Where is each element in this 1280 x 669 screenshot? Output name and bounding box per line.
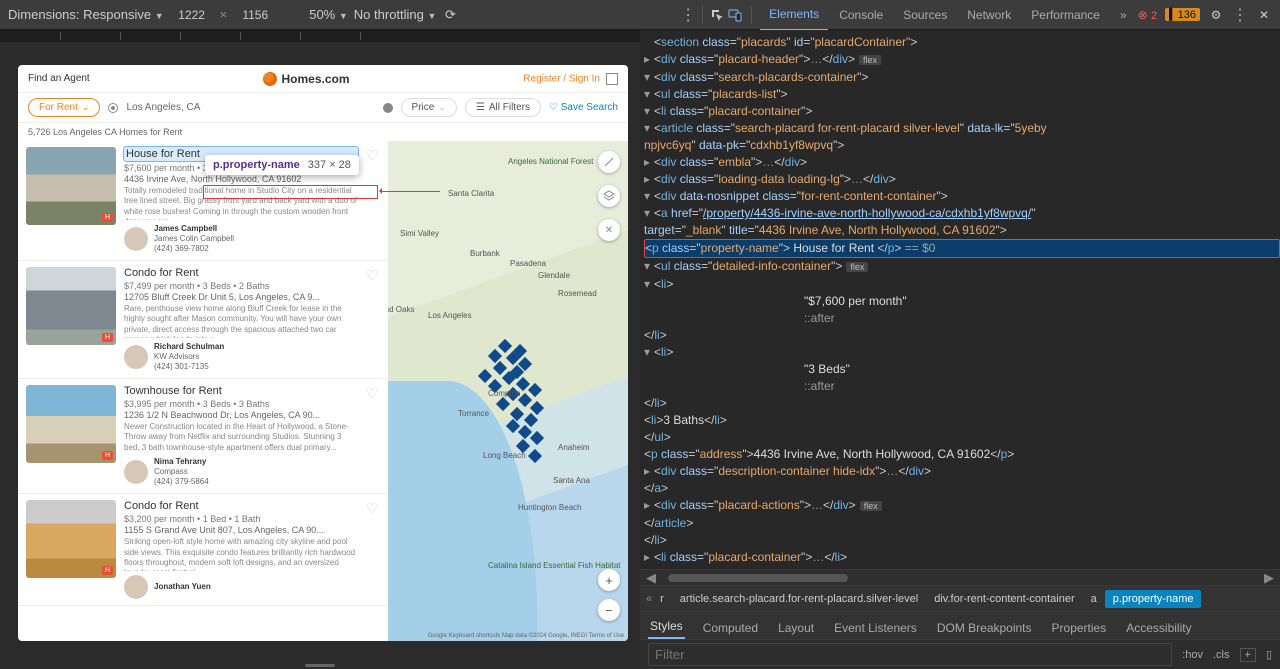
device-toolbar: Dimensions: Responsive ▼ 1222 × 1156 50%… [0,0,1280,30]
tab-elements[interactable]: Elements [760,0,828,31]
results-count: 5,726 Los Angeles CA Homes for Rent [18,123,628,141]
selected-dom-node[interactable]: ••• <p class="property-name"> House for … [644,239,1280,258]
dom-horizontal-scrollbar[interactable]: ◀▶ [640,569,1280,585]
throttling-dropdown[interactable]: No throttling ▼ [354,7,437,22]
property-name[interactable]: Townhouse for Rent [124,385,222,397]
homes-logo-icon [263,72,277,86]
agent-avatar[interactable] [124,345,148,369]
styles-filter-input[interactable] [648,643,1172,666]
zoom-dropdown[interactable]: 50% ▼ [309,7,348,22]
crumb[interactable]: article.search-placard.for-rent-placard.… [672,590,926,608]
listing-address[interactable]: 4436 Irvine Ave, North Hollywood, CA 916… [124,174,358,184]
map-attribution: Google Keyboard shortcuts Map data ©2024… [428,633,624,639]
crumb-active[interactable]: p.property-name [1105,590,1202,608]
draw-button[interactable] [598,151,620,173]
listing-card[interactable]: H Condo for Rent $3,200 per month • 1 Be… [18,494,388,606]
favorite-icon[interactable]: ♡ [366,500,380,514]
ruler [0,30,640,42]
tab-console[interactable]: Console [830,0,892,30]
inspector-arrow [380,191,440,192]
errors-badge[interactable]: ⊗ 2 [1138,8,1158,22]
find-agent-link[interactable]: Find an Agent [28,73,90,84]
favorite-icon[interactable]: ♡ [366,267,380,281]
viewport-width-input[interactable]: 1222 [170,8,214,22]
auth-links[interactable]: Register / Sign In [523,73,618,85]
tab-sources[interactable]: Sources [894,0,956,30]
zoom-in-button[interactable]: + [598,569,620,591]
styles-tabs: Styles Computed Layout Event Listeners D… [640,611,1280,639]
clear-location-icon[interactable] [383,103,393,113]
tab-properties[interactable]: Properties [1050,617,1109,639]
crumb[interactable]: a [1083,590,1105,608]
dom-breadcrumbs[interactable]: « r article.search-placard.for-rent-plac… [640,585,1280,611]
clear-button[interactable]: ✕ [598,219,620,241]
tab-computed[interactable]: Computed [701,617,760,639]
tab-performance[interactable]: Performance [1022,0,1109,30]
styles-menu-icon[interactable]: ▯ [1266,648,1272,661]
favorite-icon[interactable]: ♡ [366,385,380,399]
agent-avatar[interactable] [124,460,148,484]
crumb[interactable]: div.for-rent-content-container [926,590,1082,608]
dimensions-dropdown[interactable]: Dimensions: Responsive ▼ [8,7,164,22]
rendered-page[interactable]: Find an Agent Homes.com Register / Sign … [18,65,628,641]
new-style-rule[interactable]: + [1240,648,1256,662]
favorite-icon[interactable]: ♡ [366,147,380,161]
listing-card[interactable]: H Condo for Rent $7,499 per month • 3 Be… [18,261,388,379]
brand-logo[interactable]: Homes.com [263,72,349,86]
location-input[interactable]: Los Angeles, CA [126,102,374,113]
tab-dom-breakpoints[interactable]: DOM Breakpoints [935,617,1034,639]
tabs-overflow[interactable]: » [1111,0,1136,30]
warnings-badge[interactable]: ▍136 [1165,8,1200,21]
tab-accessibility[interactable]: Accessibility [1124,617,1193,639]
filter-bar: For Rent ⌄ Los Angeles, CA Price ⌄ ☰ All… [18,93,628,123]
listing-thumb[interactable]: H [26,500,116,578]
settings-icon[interactable]: ⚙ [1208,7,1224,23]
inspect-icon[interactable] [709,7,725,23]
devtools-pane: <section class="placards" id="placardCon… [640,30,1280,669]
listing-thumb[interactable]: H [26,385,116,463]
listing-thumb[interactable]: H [26,267,116,345]
zoom-out-button[interactable]: − [598,599,620,621]
drag-handle[interactable] [305,664,335,667]
tab-styles[interactable]: Styles [648,615,685,639]
locate-icon[interactable] [108,103,118,113]
property-name[interactable]: Condo for Rent [124,500,199,512]
hov-toggle[interactable]: :hov [1182,649,1203,661]
all-filters-chip[interactable]: ☰ All Filters [465,98,541,117]
device-toolbar-menu[interactable]: ⋮ [680,5,696,25]
save-search-link[interactable]: ♡ Save Search [549,102,618,113]
tab-layout[interactable]: Layout [776,617,816,639]
styles-filter-row: :hov .cls + ▯ [640,639,1280,669]
listings-column[interactable]: H House for Rent $7,600 per month • 3 Be… [18,141,388,641]
map-pane[interactable]: Angeles National Forest Santa Clarita Si… [388,141,628,641]
device-preview-pane: p.property-name 337 × 28 Find an Agent H… [0,30,640,669]
inspector-tooltip: p.property-name 337 × 28 [205,155,359,175]
agent-avatar[interactable] [124,227,148,251]
agent-avatar[interactable] [124,575,148,599]
dom-tree[interactable]: <section class="placards" id="placardCon… [640,30,1280,569]
close-devtools-icon[interactable]: ✕ [1256,7,1272,23]
inspector-highlight [203,185,378,199]
dimension-x: × [220,7,228,22]
for-rent-chip[interactable]: For Rent ⌄ [28,98,100,117]
qr-icon[interactable] [606,73,618,85]
page-header: Find an Agent Homes.com Register / Sign … [18,65,628,93]
rotate-icon[interactable]: ⟳ [442,7,458,23]
devtools-menu[interactable]: ⋮ [1232,5,1248,25]
cls-toggle[interactable]: .cls [1213,649,1230,661]
listing-card[interactable]: H Townhouse for Rent $3,995 per month • … [18,379,388,494]
crumb[interactable]: r [652,590,672,608]
viewport-height-input[interactable]: 1156 [233,8,277,22]
listing-thumb[interactable]: H [26,147,116,225]
property-name[interactable]: Condo for Rent [124,267,199,279]
device-icon[interactable] [727,7,743,23]
price-chip[interactable]: Price ⌄ [401,98,457,117]
tab-network[interactable]: Network [958,0,1020,30]
tab-event-listeners[interactable]: Event Listeners [832,617,919,639]
layers-button[interactable] [598,185,620,207]
